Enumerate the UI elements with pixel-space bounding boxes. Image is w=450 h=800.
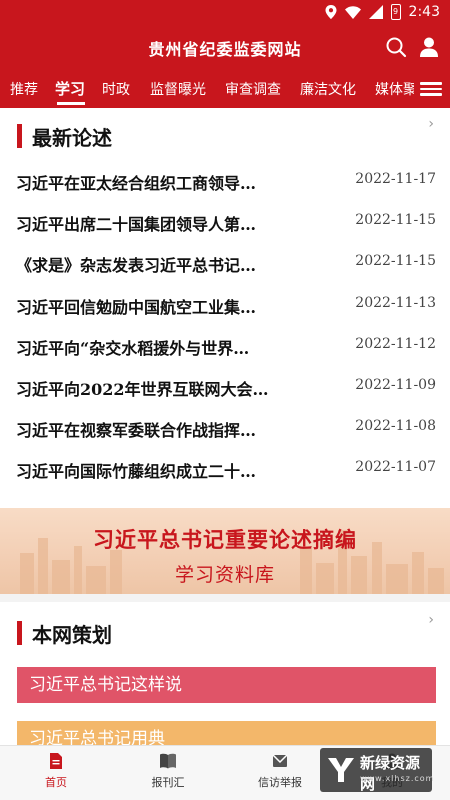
list-item[interactable]: 习近平向2022年世界互联网大会… 2022-11-09 (0, 368, 450, 409)
section-marker (17, 621, 22, 645)
watermark-text: 新绿资源网 (360, 754, 421, 793)
feature-button-xi-says[interactable]: 习近平总书记这样说 (17, 667, 436, 703)
list-item[interactable]: 习近平向国际竹藤组织成立二十… 2022-11-07 (0, 450, 450, 491)
study-library-banner[interactable]: 习近平总书记重要论述摘编 学习资料库 (0, 508, 450, 594)
app-title: 贵州省纪委监委网站 (148, 40, 302, 59)
news-title[interactable]: 习近平向“杂交水稻援外与世界… (16, 335, 316, 359)
tab-integrity-culture[interactable]: 廉洁文化 (300, 79, 356, 99)
news-title[interactable]: 习近平向2022年世界互联网大会… (16, 376, 316, 400)
list-item[interactable]: 《求是》杂志发表习近平总书记… 2022-11-15 (0, 244, 450, 285)
category-nav: 推荐 学习 时政 监督曝光 审查调查 廉洁文化 媒体聚 (0, 70, 450, 108)
feature-button-classics[interactable]: 习近平总书记用典 (17, 721, 436, 745)
news-title[interactable]: 习近平在视察军委联合作战指挥… (16, 417, 316, 441)
list-item[interactable]: 习近平向“杂交水稻援外与世界… 2022-11-12 (0, 327, 450, 368)
banner-title: 习近平总书记重要论述摘编 (93, 527, 357, 552)
tab-media[interactable]: 媒体聚 (375, 79, 414, 99)
chevron-right-icon[interactable]: › (428, 116, 434, 132)
list-item[interactable]: 习近平出席二十国集团领导人第… 2022-11-15 (0, 203, 450, 244)
tab-label: 首页 (45, 776, 67, 789)
banner-subtitle: 学习资料库 (174, 564, 275, 586)
news-title[interactable]: 习近平向国际竹藤组织成立二十… (16, 458, 316, 482)
tab-current-affairs[interactable]: 时政 (102, 79, 130, 99)
news-date: 2022-11-12 (355, 335, 436, 352)
tab-home[interactable]: 首页 (16, 752, 96, 790)
news-date: 2022-11-09 (355, 376, 436, 393)
news-date: 2022-11-08 (355, 418, 436, 435)
news-date: 2022-11-15 (355, 253, 436, 270)
location-icon (325, 5, 337, 19)
wifi-icon (344, 5, 361, 19)
signal-icon (368, 5, 383, 19)
status-bar: 9 2:43 (0, 0, 450, 24)
watermark: 新绿资源网 www.xlhsz.com (320, 748, 435, 793)
tab-review-investigation[interactable]: 审查调查 (225, 79, 281, 99)
books-icon (160, 753, 176, 769)
category-tabs: 推荐 学习 时政 监督曝光 审查调查 廉洁文化 媒体聚 (0, 70, 414, 108)
news-date: 2022-11-17 (355, 171, 436, 187)
section-title-features: 本网策划 (32, 623, 112, 647)
list-item[interactable]: 习近平在亚太经合组织工商领导… 2022-11-17 (0, 162, 450, 203)
battery-icon: 9 (390, 4, 401, 20)
tab-report[interactable]: 信访举报 (240, 752, 320, 790)
section-marker (17, 124, 22, 148)
news-list: 习近平在亚太经合组织工商领导… 2022-11-17 习近平出席二十国集团领导人… (0, 162, 450, 492)
active-tab-indicator (57, 102, 85, 105)
news-date: 2022-11-15 (355, 212, 436, 229)
document-icon (50, 753, 62, 769)
tab-supervision-exposure[interactable]: 监督曝光 (150, 79, 206, 99)
tab-recommend[interactable]: 推荐 (10, 79, 38, 99)
clock: 2:43 (408, 4, 440, 20)
news-title[interactable]: 习近平在亚太经合组织工商领导… (16, 170, 316, 194)
watermark-url: www.xlhsz.com (360, 774, 435, 783)
section-title-latest: 最新论述 (32, 126, 112, 150)
user-icon[interactable] (418, 36, 440, 58)
section-divider (0, 594, 450, 602)
news-title[interactable]: 习近平回信勉励中国航空工业集… (16, 294, 316, 318)
chevron-right-icon[interactable]: › (428, 612, 434, 628)
list-item[interactable]: 习近平在视察军委联合作战指挥… 2022-11-08 (0, 409, 450, 450)
list-item[interactable]: 习近平回信勉励中国航空工业集… 2022-11-13 (0, 286, 450, 327)
watermark-logo-icon (328, 758, 354, 782)
tab-periodicals[interactable]: 报刊汇 (128, 752, 208, 790)
news-date: 2022-11-13 (355, 294, 436, 311)
app-header: 贵州省纪委监委网站 (0, 24, 450, 70)
tab-label: 信访举报 (258, 776, 302, 789)
search-icon[interactable] (385, 36, 407, 58)
battery-level: 9 (393, 7, 399, 16)
status-icons: 9 2:43 (325, 3, 440, 21)
menu-icon[interactable] (420, 79, 442, 99)
news-title[interactable]: 《求是》杂志发表习近平总书记… (16, 252, 316, 276)
news-date: 2022-11-07 (355, 459, 436, 476)
tab-label: 报刊汇 (151, 776, 185, 789)
news-title[interactable]: 习近平出席二十国集团领导人第… (16, 211, 316, 235)
report-icon (272, 754, 288, 767)
tab-study[interactable]: 学习 (55, 78, 85, 99)
